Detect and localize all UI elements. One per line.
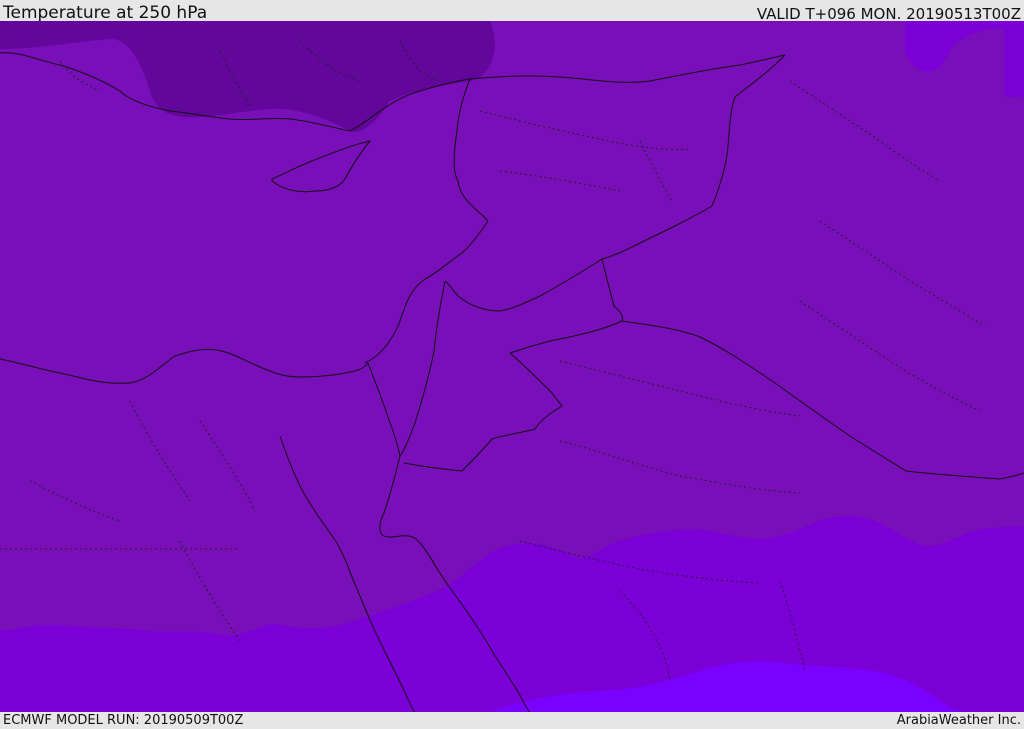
header-bar: Temperature at 250 hPa VALID T+096 MON. … [0,0,1024,23]
footer-bar: ECMWF MODEL RUN: 20190509T00Z ArabiaWeat… [0,712,1024,729]
weather-map [0,21,1024,712]
credit: ArabiaWeather Inc. [896,713,1021,728]
map-title: Temperature at 250 hPa [3,3,208,23]
model-run: ECMWF MODEL RUN: 20190509T00Z [3,713,244,728]
map-page: Temperature at 250 hPa VALID T+096 MON. … [0,0,1024,729]
